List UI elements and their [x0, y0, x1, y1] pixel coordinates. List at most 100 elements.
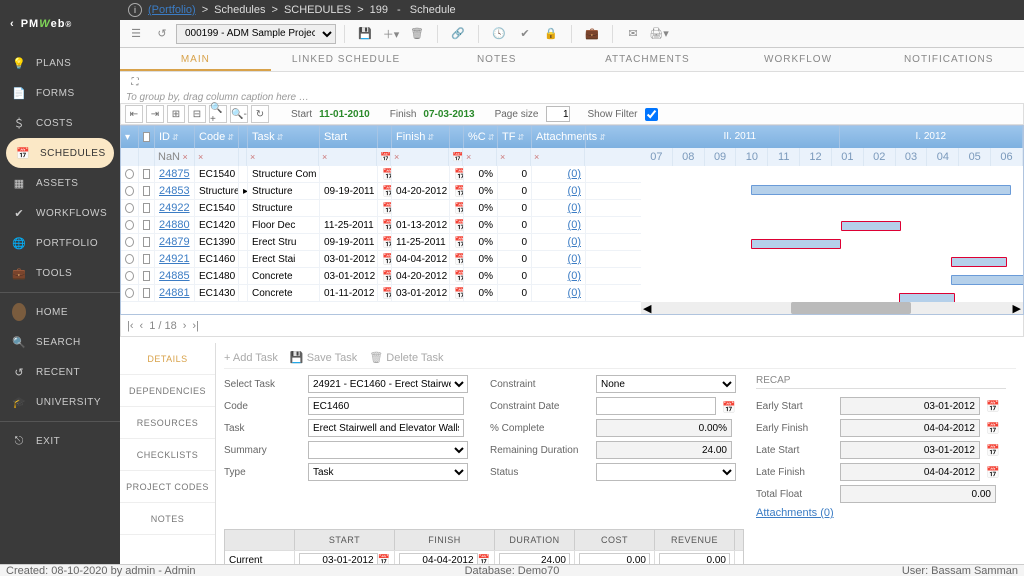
row-radio[interactable] [125, 288, 134, 298]
details-tab-details[interactable]: DETAILS [120, 343, 215, 375]
col-code[interactable]: Code⇵ [195, 126, 239, 148]
collapse-icon[interactable]: ⊟ [188, 105, 206, 123]
add-icon[interactable]: ＋▾ [379, 23, 403, 45]
pager-prev[interactable]: ‹ [140, 320, 144, 332]
gantt-bar[interactable] [841, 221, 901, 231]
calendar-icon[interactable]: 📅 [382, 185, 392, 198]
gantt-bar[interactable] [751, 239, 841, 249]
zoom-in-icon[interactable]: 🔍+ [209, 105, 227, 123]
details-tab-checklists[interactable]: CHECKLISTS [120, 439, 215, 471]
details-tab-resources[interactable]: RESOURCES [120, 407, 215, 439]
row-checkbox[interactable] [143, 186, 150, 196]
col-start[interactable]: Start [320, 126, 378, 148]
pager-last[interactable]: ›| [192, 320, 199, 332]
table-row[interactable]: 24881EC1430Concrete01-11-2012📅03-01-2012… [121, 285, 641, 302]
row-checkbox[interactable] [143, 169, 150, 179]
calendar-icon[interactable]: 📅 [382, 270, 392, 283]
row-radio[interactable] [125, 169, 134, 179]
mt-revenue-input[interactable] [659, 553, 730, 565]
row-id-link[interactable]: 24881 [159, 287, 190, 299]
row-checkbox[interactable] [143, 254, 150, 264]
nav-costs[interactable]: ＄COSTS [0, 108, 120, 138]
row-id-link[interactable]: 24880 [159, 219, 190, 231]
back-chevron-icon[interactable]: ‹ [10, 18, 15, 30]
nav-home[interactable]: HOME [0, 297, 120, 327]
mt-duration-input[interactable] [499, 553, 570, 565]
nav-plans[interactable]: 💡PLANS [0, 48, 120, 78]
row-attachments-link[interactable]: (0) [568, 168, 581, 180]
details-tab-notes[interactable]: NOTES [120, 503, 215, 535]
table-row[interactable]: 24880EC1420Floor Dec11-25-2011📅01-13-201… [121, 217, 641, 234]
col-checkbox[interactable] [139, 126, 155, 148]
table-row[interactable]: 24879EC1390Erect Stru09-19-2011📅11-25-20… [121, 234, 641, 251]
add-task-button[interactable]: + Add Task [224, 352, 278, 364]
table-row[interactable]: 24921EC1460Erect Stai03-01-2012📅04-04-20… [121, 251, 641, 268]
attachments-link[interactable]: Attachments (0) [756, 507, 834, 519]
details-tab-dependencies[interactable]: DEPENDENCIES [120, 375, 215, 407]
check-icon[interactable]: ✔ [513, 23, 537, 45]
row-attachments-link[interactable]: (0) [568, 287, 581, 299]
constraint-date-input[interactable] [596, 397, 716, 415]
select-task-dropdown[interactable]: 24921 - EC1460 - Erect Stairwell and … [308, 375, 468, 393]
tab-attachments[interactable]: ATTACHMENTS [572, 48, 723, 71]
summary-select[interactable] [308, 441, 468, 459]
row-attachments-link[interactable]: (0) [568, 202, 581, 214]
row-radio[interactable] [125, 220, 134, 230]
zoom-out-icon[interactable]: 🔍- [230, 105, 248, 123]
col-tf[interactable]: TF⇵ [498, 126, 532, 148]
tab-notes[interactable]: NOTES [421, 48, 572, 71]
row-radio[interactable] [125, 254, 134, 264]
mt-finish-input[interactable] [399, 553, 478, 565]
pager-first[interactable]: |‹ [127, 320, 134, 332]
nav-university[interactable]: 🎓UNIVERSITY [0, 387, 120, 417]
link-icon[interactable]: 🔗 [446, 23, 470, 45]
nav-portfolio[interactable]: 🌐PORTFOLIO [0, 228, 120, 258]
row-attachments-link[interactable]: (0) [568, 236, 581, 248]
col-task[interactable]: Task⇵ [248, 126, 320, 148]
gantt-bar[interactable] [951, 275, 1023, 285]
row-radio[interactable] [125, 237, 134, 247]
tab-workflow[interactable]: WORKFLOW [723, 48, 874, 71]
lock-icon[interactable]: 🔒 [539, 23, 563, 45]
save-icon[interactable]: 💾 [353, 23, 377, 45]
briefcase-icon[interactable]: 💼 [580, 23, 604, 45]
row-id-link[interactable]: 24879 [159, 236, 190, 248]
gantt-scrollbar[interactable]: ◀ ▶ [641, 302, 1023, 314]
nav-exit[interactable]: ⎋ EXIT [0, 426, 120, 456]
outdent-icon[interactable]: ⇤ [125, 105, 143, 123]
col-id[interactable]: ID⇵ [155, 126, 195, 148]
nav-assets[interactable]: ▦ASSETS [0, 168, 120, 198]
row-id-link[interactable]: 24922 [159, 202, 190, 214]
nav-workflows[interactable]: ✔WORKFLOWS [0, 198, 120, 228]
nav-recent[interactable]: ↺RECENT [0, 357, 120, 387]
table-row[interactable]: 24853Structure▸Structure09-19-2011📅04-20… [121, 183, 641, 200]
col-finish[interactable]: Finish⇵ [392, 126, 450, 148]
nav-search[interactable]: 🔍SEARCH [0, 327, 120, 357]
calendar-icon[interactable]: 📅 [454, 253, 464, 266]
status-select[interactable] [596, 463, 736, 481]
nav-schedules[interactable]: 📅SCHEDULES [6, 138, 114, 168]
clock-icon[interactable]: 🕓 [487, 23, 511, 45]
mt-cost-input[interactable] [579, 553, 650, 565]
pct-complete-input[interactable] [596, 419, 732, 437]
row-radio[interactable] [125, 271, 134, 281]
row-attachments-link[interactable]: (0) [568, 185, 581, 197]
showfilter-checkbox[interactable] [645, 108, 658, 121]
row-radio[interactable] [125, 186, 134, 196]
breadcrumb-portfolio[interactable]: (Portfolio) [148, 4, 196, 16]
table-row[interactable]: 24875EC1540Structure Com📅📅0%0(0) [121, 166, 641, 183]
row-checkbox[interactable] [143, 237, 150, 247]
row-id-link[interactable]: 24853 [159, 185, 190, 197]
gantt-bar[interactable] [751, 185, 1011, 195]
gantt-scroll-thumb[interactable] [791, 302, 911, 314]
calendar-icon[interactable]: 📅 [454, 287, 464, 300]
gantt-bar[interactable] [951, 257, 1007, 267]
calendar-icon[interactable]: 📅 [382, 202, 392, 215]
calendar-icon[interactable]: 📅 [454, 219, 464, 232]
nav-forms[interactable]: 📄FORMS [0, 78, 120, 108]
calendar-icon[interactable]: 📅 [382, 253, 392, 266]
list-icon[interactable]: ☰ [124, 23, 148, 45]
info-icon[interactable]: i [128, 3, 142, 17]
row-attachments-link[interactable]: (0) [568, 253, 581, 265]
calendar-icon[interactable]: 📅 [454, 236, 464, 249]
